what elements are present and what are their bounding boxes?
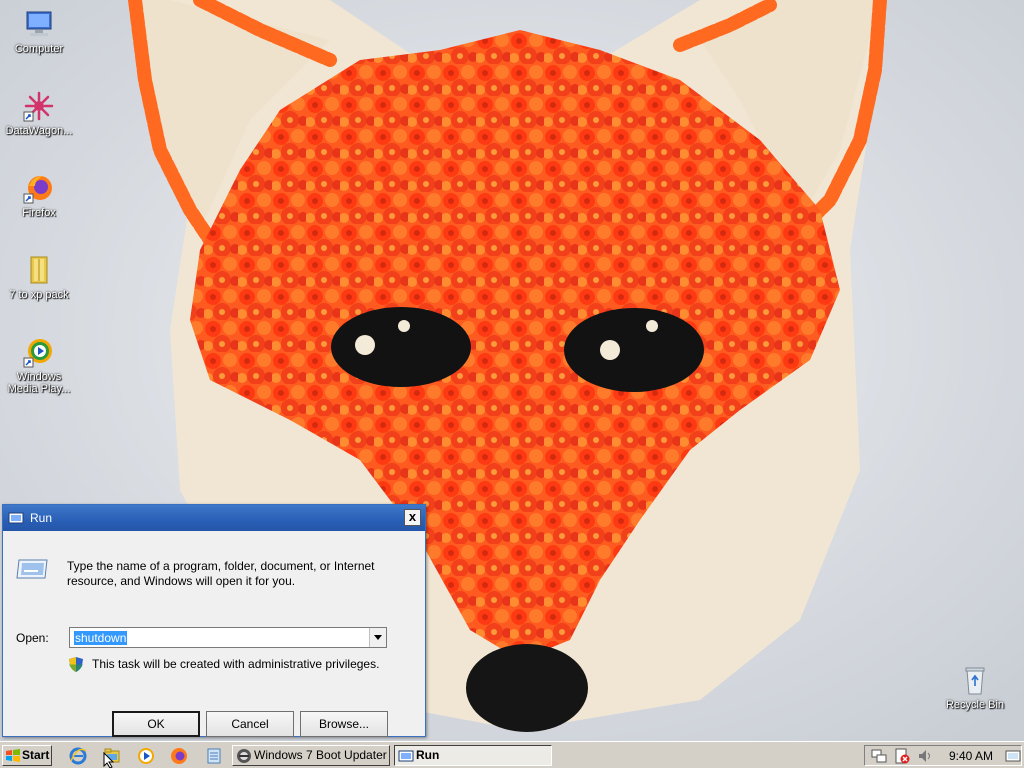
quicklaunch-media-player[interactable]: [137, 747, 155, 765]
browse-button[interactable]: Browse...: [300, 711, 388, 737]
folder-icon: [23, 254, 55, 286]
run-icon: [8, 512, 24, 524]
ok-button[interactable]: OK: [112, 711, 200, 737]
start-label: Start: [22, 748, 50, 762]
run-description: Type the name of a program, folder, docu…: [67, 559, 375, 588]
desktop-icon-label: DataWagon...: [5, 125, 73, 137]
desktop-icon-datawagon[interactable]: DataWagon...: [1, 90, 77, 137]
ie-icon: [69, 747, 87, 765]
taskbar-button-boot-updater[interactable]: Windows 7 Boot Updater: [232, 745, 390, 766]
media-player-icon: [23, 336, 55, 368]
show-desktop-icon[interactable]: [1005, 748, 1021, 764]
task-label: Windows 7 Boot Updater: [254, 748, 387, 762]
mouse-cursor-icon: [103, 752, 115, 768]
quicklaunch-ie[interactable]: [69, 747, 87, 765]
dropdown-button[interactable]: [369, 628, 386, 647]
clock[interactable]: 9:40 AM: [949, 749, 993, 763]
desktop-icon-label: Recycle Bin: [945, 699, 1005, 711]
open-input-value[interactable]: shutdown: [74, 631, 128, 645]
desktop-icon-label: Windows Media Play...: [7, 371, 71, 395]
quicklaunch-firefox[interactable]: [170, 747, 188, 765]
desktop-icon-recycle-bin[interactable]: Recycle Bin: [937, 664, 1013, 711]
run-program-icon: [16, 559, 48, 579]
run-icon: [398, 750, 414, 762]
admin-privileges-note: This task will be created with administr…: [92, 657, 380, 671]
action-center-icon[interactable]: [894, 748, 910, 764]
taskbar-button-run[interactable]: Run: [394, 745, 552, 766]
chevron-down-icon: [374, 635, 382, 640]
network-icon[interactable]: [871, 748, 887, 764]
desktop-icon-label: Firefox: [22, 207, 56, 219]
windows-flag-icon: [6, 749, 20, 762]
close-button[interactable]: x: [404, 509, 421, 526]
firefox-icon: [23, 172, 55, 204]
task-label: Run: [416, 748, 440, 762]
start-button[interactable]: Start: [2, 745, 52, 766]
run-dialog[interactable]: Run x Type the name of a program, folder…: [2, 504, 426, 737]
desktop-icon-label: Computer: [14, 43, 64, 55]
open-combobox[interactable]: shutdown: [69, 627, 387, 648]
quicklaunch-notepad[interactable]: [205, 747, 223, 765]
open-label: Open:: [16, 631, 49, 645]
cancel-button[interactable]: Cancel: [206, 711, 294, 737]
desktop-icon-7-to-xp-pack[interactable]: 7 to xp pack: [1, 254, 77, 301]
desktop-icon-computer[interactable]: Computer: [1, 8, 77, 55]
firefox-icon: [171, 748, 187, 764]
notepad-icon: [207, 748, 221, 764]
media-player-icon: [138, 748, 154, 764]
run-title: Run: [30, 511, 53, 525]
computer-icon: [23, 8, 55, 40]
datawagon-icon: [23, 90, 55, 122]
taskbar: Start Windows 7 Boot Updater Run 9:40 AM: [0, 741, 1024, 768]
uac-shield-icon: [69, 657, 83, 672]
desktop-icon-label: 7 to xp pack: [9, 289, 69, 301]
system-tray: 9:40 AM: [864, 745, 1022, 766]
boot-updater-icon: [237, 749, 251, 763]
desktop-icon-windows-media-player[interactable]: Windows Media Play...: [1, 336, 77, 395]
desktop-icon-firefox[interactable]: Firefox: [1, 172, 77, 219]
volume-icon[interactable]: [917, 748, 933, 764]
run-titlebar[interactable]: Run x: [3, 505, 425, 531]
recycle-bin-icon: [959, 664, 991, 696]
